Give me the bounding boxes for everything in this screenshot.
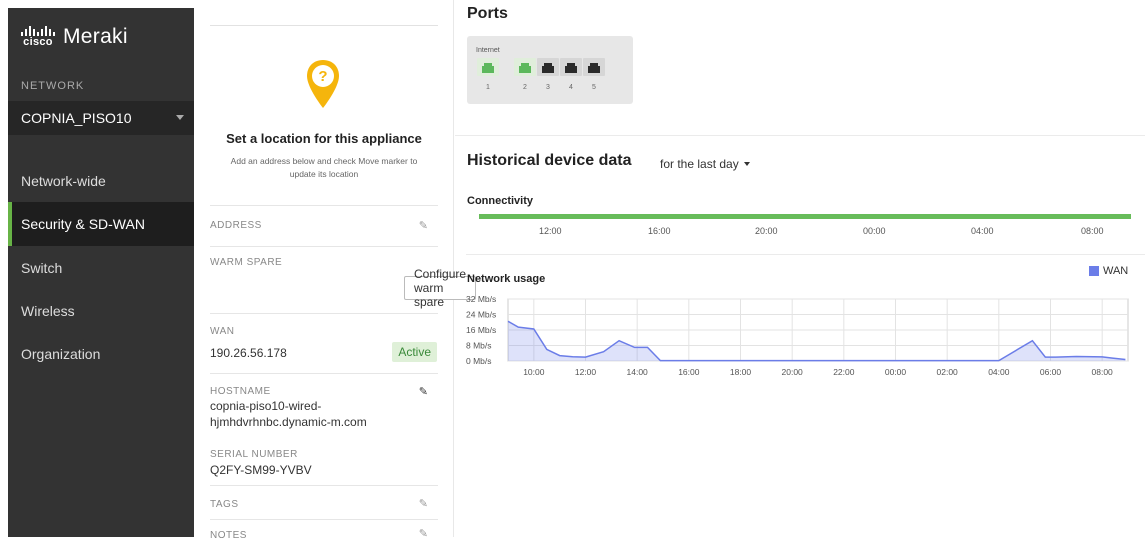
nav-item-wireless[interactable]: Wireless [8,289,194,333]
notes-label: NOTES [210,530,247,541]
wan-ip-value: 190.26.56.178 [210,346,287,360]
notes-field: NOTES ✎ [210,519,438,541]
nav-item-switch[interactable]: Switch [8,246,194,290]
divider [210,25,438,26]
edit-hostname-pencil-icon[interactable]: ✎ [419,385,428,398]
hostname-value-line1: copnia-piso10-wired- [210,399,322,413]
connectivity-title: Connectivity [467,195,534,207]
network-label: NETWORK [21,80,85,92]
x-tick-label: 16:00 [678,367,700,377]
connectivity-tick-label: 04:00 [971,226,994,236]
x-tick-label: 00:00 [885,367,907,377]
port-2-ethernet-icon[interactable] [514,58,536,76]
cisco-logo-icon: cisco [21,26,55,48]
port-number: 2 [523,84,527,91]
connectivity-tick-label: 12:00 [539,226,562,236]
y-tick-label: 8 Mb/s [466,341,492,351]
network-usage-chart[interactable]: 32 Mb/s 24 Mb/s 16 Mb/s 8 Mb/s 0 Mb/s 10:00 12… [466,293,1136,383]
time-range-value: for the last day [660,157,739,171]
tags-field: TAGS ✎ [210,485,438,519]
x-tick-label: 18:00 [730,367,752,377]
x-tick-label: 04:00 [988,367,1010,377]
connectivity-tick-label: 08:00 [1081,226,1104,236]
port-number: 5 [592,84,596,91]
nav-label: Organization [21,346,101,362]
connectivity-tick-label: 16:00 [648,226,671,236]
cisco-wordmark: cisco [23,36,53,48]
appliance-details-panel: ? Set a location for this appliance Add … [194,0,477,541]
chart-legend[interactable]: WAN [1089,265,1128,277]
location-title: Set a location for this appliance [226,131,422,146]
x-tick-label: 22:00 [833,367,855,377]
serial-number-label: SERIAL NUMBER [210,449,298,460]
ports-panel: Internet 1 2 3 4 5 [467,36,633,104]
x-tick-label: 12:00 [575,367,597,377]
nav-label: Security & SD-WAN [21,216,145,232]
edit-tags-pencil-icon[interactable]: ✎ [419,497,428,510]
network-usage-title: Network usage [467,273,546,285]
x-tick-label: 08:00 [1092,367,1114,377]
port-number: 4 [569,84,573,91]
network-selector[interactable]: COPNIA_PISO10 [8,101,194,135]
time-range-dropdown[interactable]: for the last day [660,157,750,171]
sidebar: cisco Meraki NETWORK COPNIA_PISO10 Netwo… [8,8,194,537]
connectivity-bar[interactable] [479,214,1131,219]
edit-notes-pencil-icon[interactable]: ✎ [419,527,428,540]
historical-data-title: Historical device data [467,152,632,169]
x-tick-label: 10:00 [523,367,545,377]
tags-label: TAGS [210,499,239,510]
address-label: ADDRESS [210,220,262,231]
divider [455,135,1145,136]
x-tick-label: 02:00 [937,367,959,377]
port-number: 3 [546,84,550,91]
cisco-meraki-logo[interactable]: cisco Meraki [21,25,128,49]
ports-title: Ports [467,5,508,22]
connectivity-tick-label: 00:00 [863,226,886,236]
serial-number-value: Q2FY-SM99-YVBV [210,463,312,477]
meraki-wordmark: Meraki [63,25,128,48]
caret-down-icon [176,115,184,120]
legend-swatch-wan [1089,266,1099,276]
location-pin-icon[interactable]: ? [305,58,341,110]
svg-text:?: ? [318,68,327,85]
warm-spare-label: WARM SPARE [210,257,283,268]
y-tick-label: 32 Mb/s [466,294,496,304]
y-tick-label: 0 Mb/s [466,356,492,366]
nav-label: Switch [21,260,63,276]
divider [466,254,1145,255]
hostname-field: HOSTNAME ✎ copnia-piso10-wired- hjmhdvrh… [210,373,438,439]
port-1-ethernet-icon[interactable] [477,58,499,76]
y-tick-label: 16 Mb/s [466,325,496,335]
network-selected-value: COPNIA_PISO10 [21,110,132,126]
hostname-value-line2: hjmhdvrhnbc.dynamic-m.com [210,415,367,429]
wan-status-badge: Active [392,342,437,362]
wan-label: WAN [210,326,235,337]
port-4-ethernet-icon[interactable] [560,58,582,76]
edit-address-pencil-icon[interactable]: ✎ [419,219,428,232]
legend-label-wan: WAN [1103,265,1129,277]
serial-number-field: SERIAL NUMBER Q2FY-SM99-YVBV [210,439,438,485]
nav-label: Network-wide [21,173,106,189]
hostname-label: HOSTNAME [210,386,271,397]
port-number: 1 [486,84,490,91]
caret-down-icon [743,162,750,166]
nav-item-network-wide[interactable]: Network-wide [8,159,194,203]
y-tick-label: 24 Mb/s [466,310,496,320]
port-5-ethernet-icon[interactable] [583,58,605,76]
location-subtitle: Add an address below and check Move mark… [230,156,418,179]
connectivity-tick-label: 20:00 [755,226,778,236]
x-tick-label: 06:00 [1040,367,1062,377]
port-3-ethernet-icon[interactable] [537,58,559,76]
nav-label: Wireless [21,303,75,319]
address-field: ADDRESS ✎ [210,205,438,245]
nav-item-organization[interactable]: Organization [8,332,194,376]
nav-item-security-sdwan[interactable]: Security & SD-WAN [8,202,194,246]
x-tick-label: 14:00 [627,367,649,377]
internet-label: Internet [476,47,500,54]
x-tick-label: 20:00 [782,367,804,377]
